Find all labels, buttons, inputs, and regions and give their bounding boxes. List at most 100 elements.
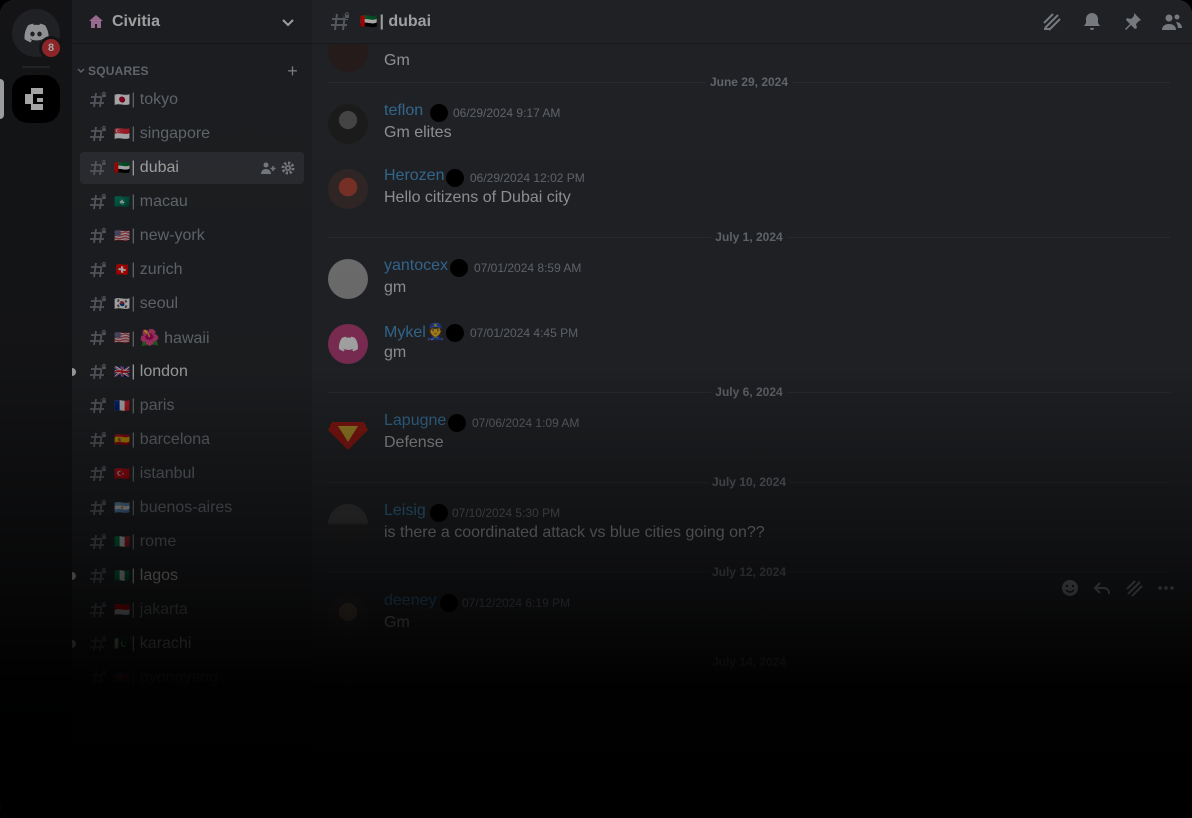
message-text: Gm xyxy=(384,614,410,631)
civitia-logo-icon xyxy=(25,88,43,110)
server-tag-icon xyxy=(446,324,464,342)
server-home-icon xyxy=(89,14,103,28)
channel-name: | lagos xyxy=(131,567,179,584)
chevron-down-icon[interactable] xyxy=(280,14,296,30)
message-text: is there a coordinated attack vs blue ci… xyxy=(384,524,765,541)
message-text: Gm elites xyxy=(384,124,452,141)
avatar[interactable] xyxy=(328,259,368,299)
avatar[interactable] xyxy=(328,44,368,72)
server-header[interactable]: Civitia xyxy=(72,0,312,44)
reply-icon[interactable] xyxy=(1092,578,1112,598)
server-tag-icon xyxy=(430,104,448,122)
avatar[interactable] xyxy=(328,104,368,144)
channel-name: | new-york xyxy=(131,227,205,244)
locked-hashtag-icon xyxy=(90,431,107,448)
create-thread-icon[interactable] xyxy=(1124,578,1144,598)
channel-item[interactable]: 🇸🇬 | singapore xyxy=(80,118,304,150)
username[interactable]: Lapugne xyxy=(384,412,446,430)
server-tag-icon xyxy=(448,414,466,432)
channel-name: | seoul xyxy=(131,295,179,312)
locked-hashtag-icon xyxy=(90,227,107,244)
avatar[interactable] xyxy=(328,169,368,209)
avatar[interactable] xyxy=(328,594,368,634)
channel-item[interactable]: 🇺🇸 | 🌺 hawaii xyxy=(80,322,304,354)
channel-item[interactable]: 🇳🇬 | lagos xyxy=(80,560,304,592)
date-divider: July 14, 2024 xyxy=(328,655,1170,669)
channel-item[interactable]: 🇮🇹 | rome xyxy=(80,526,304,558)
channel-item[interactable]: 🇰🇵 | pyongyang xyxy=(80,662,304,694)
channel-name: | barcelona xyxy=(131,431,211,448)
locked-hashtag-icon xyxy=(90,159,107,176)
member-list-icon[interactable] xyxy=(1160,10,1184,34)
add-reaction-icon[interactable] xyxy=(1060,578,1080,598)
notification-bell-icon[interactable] xyxy=(1080,10,1104,34)
create-channel-plus-icon[interactable]: + xyxy=(287,61,298,82)
channel-name: | macau xyxy=(131,193,188,210)
channel-item[interactable]: 🇮🇩 | jakarta xyxy=(80,594,304,626)
server-tag-icon xyxy=(446,169,464,187)
username[interactable]: yantocex xyxy=(384,257,448,275)
channel-item[interactable]: 🇦🇪 | dubai xyxy=(80,152,304,184)
channel-sidebar: Civitia SQUARES + 🇯🇵 | tokyo 🇸🇬 | singapore… xyxy=(72,0,312,818)
date-divider: July 6, 2024 xyxy=(328,385,1170,399)
username[interactable]: Leisig xyxy=(384,502,426,520)
channel-item[interactable]: 🇦🇷 | buenos-aires xyxy=(80,492,304,524)
channel-flag: 🇦🇷 xyxy=(114,500,131,515)
unread-indicator xyxy=(72,572,76,580)
default-avatar-icon xyxy=(338,336,358,352)
channel-item[interactable]: 🇲🇴 | macau xyxy=(80,186,304,218)
locked-hashtag-icon xyxy=(90,261,107,278)
message-text: Defense xyxy=(384,434,444,451)
channel-flag: 🇹🇷 xyxy=(114,466,131,481)
locked-hashtag-icon xyxy=(90,465,107,482)
pinned-messages-icon[interactable] xyxy=(1120,10,1144,34)
channel-item[interactable]: 🇫🇷 | paris xyxy=(80,390,304,422)
channel-item[interactable]: 🇺🇸 | new-york xyxy=(80,220,304,252)
channel-item[interactable]: 🇪🇸 | barcelona xyxy=(80,424,304,456)
server-icon-civitia[interactable] xyxy=(12,75,60,123)
date-divider: July 1, 2024 xyxy=(328,230,1170,244)
channel-flag: 🇺🇸 xyxy=(114,330,131,345)
channel-header: 🇦🇪 | dubai xyxy=(312,0,1192,44)
username[interactable]: Mykel👮 xyxy=(384,322,446,342)
locked-hashtag-icon xyxy=(90,125,107,142)
mention-badge: 8 xyxy=(39,36,63,60)
channel-flag: 🇰🇷 xyxy=(114,296,131,311)
timestamp: 07/01/2024 4:45 PM xyxy=(470,326,579,340)
message-text: Gm xyxy=(384,52,410,69)
username[interactable]: deeney xyxy=(384,592,437,610)
channel-item[interactable]: 🇬🇧 | london xyxy=(80,356,304,388)
threads-icon[interactable] xyxy=(1040,10,1064,34)
channel-flag: 🇸🇬 xyxy=(114,126,131,141)
avatar[interactable] xyxy=(328,504,368,544)
channel-item[interactable]: 🇰🇷 | seoul xyxy=(80,288,304,320)
avatar[interactable] xyxy=(328,324,368,364)
invite-icon[interactable] xyxy=(260,160,276,176)
timestamp: 06/29/2024 9:17 AM xyxy=(453,106,561,120)
locked-hashtag-icon xyxy=(90,397,107,414)
username[interactable]: Herozen xyxy=(384,167,444,185)
channel-item[interactable]: 🇯🇵 | tokyo xyxy=(80,84,304,116)
category-squares[interactable]: SQUARES + xyxy=(76,61,304,82)
channel-flag: 🇳🇬 xyxy=(114,568,131,583)
channel-flag: 🇮🇹 xyxy=(114,534,131,549)
channel-item[interactable]: 🇹🇷 | istanbul xyxy=(80,458,304,490)
channel-item[interactable]: 🇵🇰 | karachi xyxy=(80,628,304,660)
locked-hashtag-icon xyxy=(90,567,107,584)
channel-flag: 🇺🇸 xyxy=(114,228,131,243)
avatar[interactable] xyxy=(328,684,368,724)
locked-hashtag-icon xyxy=(90,635,107,652)
gear-icon[interactable] xyxy=(280,160,296,176)
avatar[interactable] xyxy=(328,414,368,454)
locked-hashtag-icon xyxy=(90,329,107,346)
username[interactable]: teflon xyxy=(384,102,423,120)
channel-item[interactable]: 🇨🇭 | zurich xyxy=(80,254,304,286)
channel-flag: 🇵🇰 xyxy=(114,636,131,651)
chat-main: 🇦🇪 | dubai Gm June 29, 2024 teflon 06/29… xyxy=(312,0,1192,818)
date-divider: July 12, 2024 xyxy=(328,565,1170,579)
category-chevron-icon xyxy=(77,68,85,73)
timestamp: 07/10/2024 5:30 PM xyxy=(452,506,561,520)
header-toolbar xyxy=(1040,10,1192,34)
more-options-icon[interactable] xyxy=(1156,578,1176,598)
rail-separator xyxy=(22,66,50,68)
